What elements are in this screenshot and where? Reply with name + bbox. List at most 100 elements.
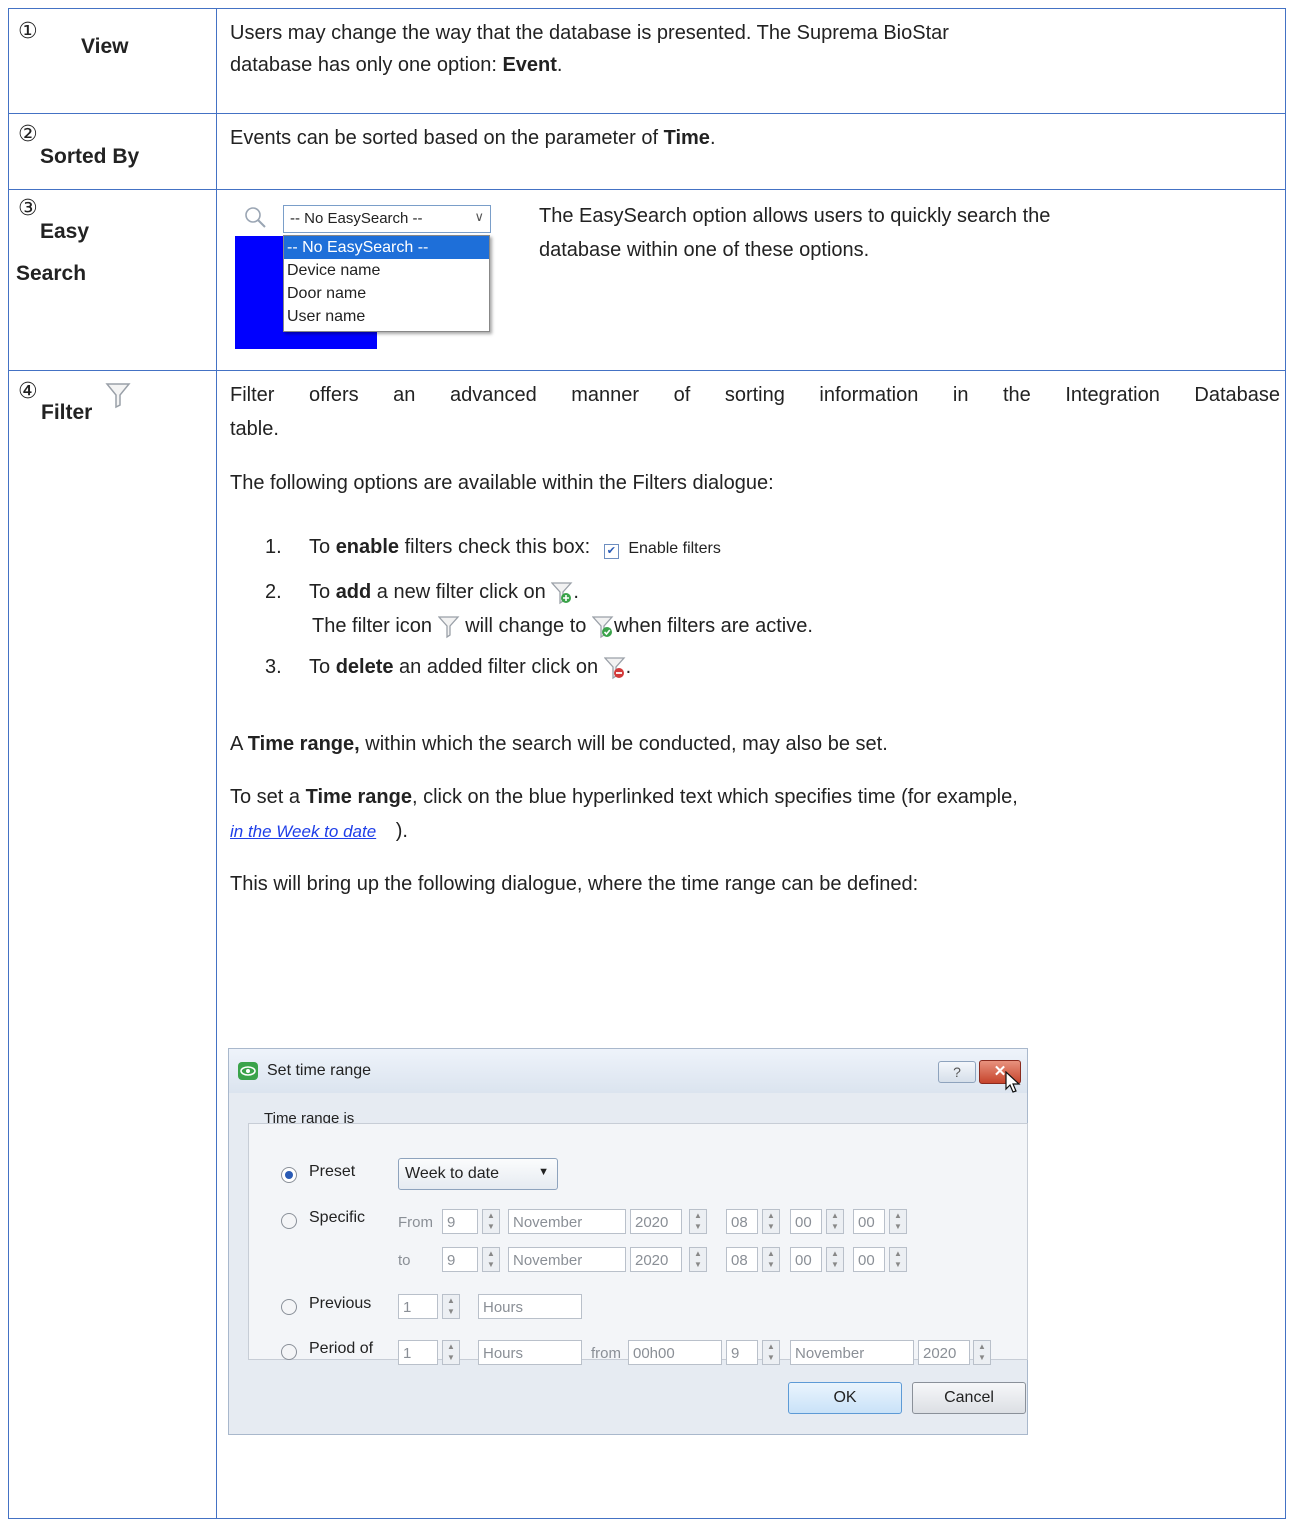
row-view: ① View Users may change the way that the… xyxy=(9,9,1285,114)
preset-select[interactable]: Week to date ▼ xyxy=(398,1158,558,1190)
to-day[interactable]: 9 xyxy=(442,1247,478,1272)
spinner[interactable]: ▲ ▼ xyxy=(482,1247,500,1272)
spinner[interactable]: ▲ ▼ xyxy=(482,1209,500,1234)
from-second[interactable]: 00 xyxy=(853,1209,885,1234)
previous-count[interactable]: 1 xyxy=(398,1294,438,1319)
spinner[interactable]: ▲ ▼ xyxy=(689,1209,707,1234)
row-label-cell: ② Sorted By xyxy=(9,114,217,189)
spinner[interactable]: ▲ ▼ xyxy=(889,1247,907,1272)
cancel-button[interactable]: Cancel xyxy=(912,1382,1026,1414)
previous-label: Previous xyxy=(309,1295,372,1312)
to-hour[interactable]: 08 xyxy=(726,1247,758,1272)
circled-number: ① xyxy=(18,19,38,44)
week-to-date-link[interactable]: in the Week to date xyxy=(230,822,376,841)
circled-number: ③ xyxy=(18,196,38,221)
list-item-2: 2. To add a new filter click on . xyxy=(265,581,579,605)
from-minute[interactable]: 00 xyxy=(790,1209,822,1234)
row-label: Search xyxy=(16,262,87,285)
specific-radio[interactable] xyxy=(281,1213,297,1229)
easysearch-options: -- No EasySearch -- Device name Door nam… xyxy=(283,235,490,332)
set-time-range-text: To set a Time range, click on the blue h… xyxy=(230,786,1018,808)
easy-desc-line-1: The EasySearch option allows users to qu… xyxy=(539,205,1051,227)
ok-button[interactable]: OK xyxy=(788,1382,902,1414)
row-label-cell: ③ Easy Search xyxy=(9,190,217,370)
to-second[interactable]: 00 xyxy=(853,1247,885,1272)
specific-label: Specific xyxy=(309,1209,366,1226)
time-range-group xyxy=(248,1123,1028,1360)
sorted-text: Events can be sorted based on the parame… xyxy=(230,127,716,149)
spinner[interactable]: ▲ ▼ xyxy=(442,1340,460,1365)
period-month[interactable]: November xyxy=(790,1340,914,1365)
period-count[interactable]: 1 xyxy=(398,1340,438,1365)
to-label: to xyxy=(398,1252,411,1269)
help-button[interactable]: ? xyxy=(938,1061,976,1083)
enable-filters-label: Enable filters xyxy=(628,540,721,557)
to-year[interactable]: 2020 xyxy=(630,1247,682,1272)
row-label: View xyxy=(81,35,129,58)
filter-icon xyxy=(437,615,460,639)
bring-up-text: This will bring up the following dialogu… xyxy=(230,873,919,895)
previous-unit[interactable]: Hours xyxy=(478,1294,582,1319)
filter-intro-line-2: table. xyxy=(230,418,279,440)
filter-options-intro: The following options are available with… xyxy=(230,472,774,494)
dropdown-option[interactable]: Device name xyxy=(284,259,489,282)
time-range-text: A Time range, within which the search wi… xyxy=(230,733,888,755)
period-label: Period of xyxy=(309,1340,374,1357)
from-hour[interactable]: 08 xyxy=(726,1209,758,1234)
spinner[interactable]: ▲ ▼ xyxy=(762,1209,780,1234)
dialog-titlebar: Set time range ? ✕ xyxy=(229,1049,1027,1093)
dropdown-option[interactable]: User name xyxy=(284,305,489,328)
period-day[interactable]: 9 xyxy=(726,1340,758,1365)
from-label: From xyxy=(398,1214,433,1231)
previous-radio[interactable] xyxy=(281,1299,297,1315)
preset-label: Preset xyxy=(309,1163,356,1180)
filter-intro-line-1: Filter offers an advanced manner of sort… xyxy=(230,384,1280,406)
spinner[interactable]: ▲ ▼ xyxy=(442,1294,460,1319)
period-radio[interactable] xyxy=(281,1344,297,1360)
from-year[interactable]: 2020 xyxy=(630,1209,682,1234)
from-word: from xyxy=(591,1345,621,1362)
eye-icon xyxy=(238,1062,258,1080)
from-month[interactable]: November xyxy=(508,1209,626,1234)
list-item-2-sub: The filter icon will change to when filt… xyxy=(312,615,813,639)
row-label-cell: ④ Filter xyxy=(9,371,217,1518)
spinner[interactable]: ▲ ▼ xyxy=(973,1340,991,1365)
preset-radio[interactable] xyxy=(281,1167,297,1183)
view-text-line-1: Users may change the way that the databa… xyxy=(230,22,949,44)
spinner[interactable]: ▲ ▼ xyxy=(889,1209,907,1234)
spinner[interactable]: ▲ ▼ xyxy=(762,1247,780,1272)
circled-number: ④ xyxy=(18,379,38,404)
add-filter-icon xyxy=(550,581,573,605)
easysearch-dropdown[interactable]: -- No EasySearch -- ∨ xyxy=(283,205,491,233)
view-text-line-2: database has only one option: Event. xyxy=(230,54,563,76)
row-easy-search: ③ Easy Search The EasySearch option allo… xyxy=(9,190,1285,371)
spinner[interactable]: ▲ ▼ xyxy=(826,1209,844,1234)
row-content: Events can be sorted based on the parame… xyxy=(217,114,1285,189)
spinner[interactable]: ▲ ▼ xyxy=(762,1340,780,1365)
link-line: in the Week to date ). xyxy=(230,820,408,842)
period-year[interactable]: 2020 xyxy=(918,1340,970,1365)
row-sorted-by: ② Sorted By Events can be sorted based o… xyxy=(9,114,1285,190)
period-time[interactable]: 00h00 xyxy=(628,1340,722,1365)
to-minute[interactable]: 00 xyxy=(790,1247,822,1272)
from-day[interactable]: 9 xyxy=(442,1209,478,1234)
dropdown-option[interactable]: Door name xyxy=(284,282,489,305)
easy-desc-line-2: database within one of these options. xyxy=(539,239,870,261)
spinner[interactable]: ▲ ▼ xyxy=(689,1247,707,1272)
active-filter-icon xyxy=(591,615,614,639)
period-unit[interactable]: Hours xyxy=(478,1340,582,1365)
row-label: Filter xyxy=(41,401,93,424)
to-month[interactable]: November xyxy=(508,1247,626,1272)
enable-filters-checkbox[interactable]: ✔ xyxy=(603,544,619,559)
row-label: Easy xyxy=(40,220,90,243)
dropdown-arrow-icon: ▼ xyxy=(538,1166,549,1178)
dropdown-option[interactable]: -- No EasySearch -- xyxy=(284,236,489,259)
search-icon xyxy=(243,205,269,236)
set-time-range-dialog: Set time range ? ✕ Time range is Preset … xyxy=(228,1048,1028,1435)
row-label: Sorted By xyxy=(40,145,140,168)
delete-filter-icon xyxy=(603,656,626,680)
list-item-3: 3. To delete an added filter click on . xyxy=(265,656,632,680)
list-item-1: 1. To enable filters check this box: ✔ En… xyxy=(265,536,721,559)
circled-number: ② xyxy=(18,122,38,147)
spinner[interactable]: ▲ ▼ xyxy=(826,1247,844,1272)
